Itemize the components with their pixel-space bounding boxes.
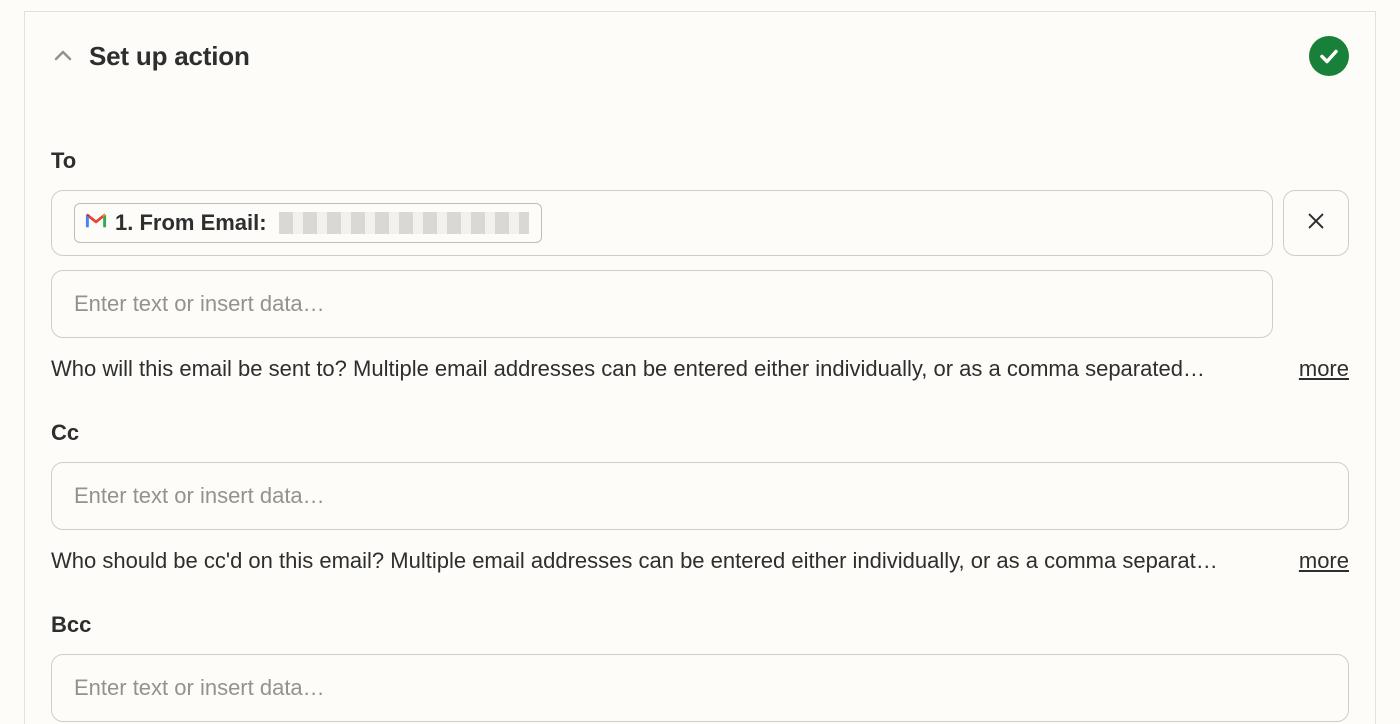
clear-to-button[interactable] [1283,190,1349,256]
to-help-text: Who will this email be sent to? Multiple… [51,356,1275,382]
close-icon [1305,207,1327,239]
to-chip-container[interactable]: 1. From Email: [51,190,1273,256]
status-complete-icon [1309,36,1349,76]
to-data-chip[interactable]: 1. From Email: [74,203,542,243]
chip-label: 1. From Email: [115,210,267,236]
action-panel: Set up action To [24,11,1376,724]
field-label-cc: Cc [51,420,1349,446]
cc-input[interactable] [51,462,1349,530]
gmail-icon [85,212,107,234]
bcc-input[interactable] [51,654,1349,722]
to-input[interactable] [51,270,1273,338]
chip-value-obscured [279,212,529,234]
cc-more-link[interactable]: more [1299,548,1349,574]
field-label-to: To [51,148,1349,174]
field-to: To [51,148,1349,382]
to-more-link[interactable]: more [1299,356,1349,382]
section-header: Set up action [51,36,1349,76]
cc-help-text: Who should be cc'd on this email? Multip… [51,548,1275,574]
section-title: Set up action [89,41,1309,72]
field-bcc: Bcc Who should be bcc'd on this email? M… [51,612,1349,724]
field-cc: Cc Who should be cc'd on this email? Mul… [51,420,1349,574]
field-label-bcc: Bcc [51,612,1349,638]
chevron-up-icon[interactable] [51,44,75,68]
